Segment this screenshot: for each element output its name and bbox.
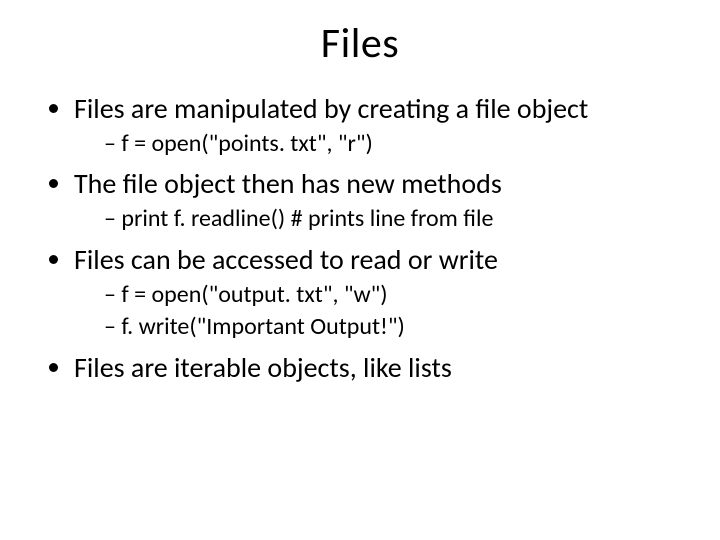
bullet-item: Files are iterable objects, like lists <box>74 350 680 385</box>
bullet-text: The file object then has new methods <box>74 166 502 201</box>
sub-list: print f. readline() # prints line from f… <box>74 203 680 235</box>
slide: Files Files are manipulated by creating … <box>0 0 720 540</box>
bullet-text: Files are manipulated by creating a file… <box>74 91 588 126</box>
bullet-item: The file object then has new methods pri… <box>74 166 680 235</box>
slide-title: Files <box>40 18 680 69</box>
sub-item: f. write("Important Output!") <box>104 311 680 343</box>
bullet-list: Files are manipulated by creating a file… <box>40 91 680 385</box>
bullet-item: Files can be accessed to read or write f… <box>74 242 680 344</box>
bullet-text: Files are iterable objects, like lists <box>74 350 452 385</box>
bullet-text: Files can be accessed to read or write <box>74 242 498 277</box>
bullet-item: Files are manipulated by creating a file… <box>74 91 680 160</box>
sub-list: f = open("points. txt", "r") <box>74 128 680 160</box>
sub-list: f = open("output. txt", "w") f. write("I… <box>74 279 680 344</box>
sub-item: print f. readline() # prints line from f… <box>104 203 680 235</box>
sub-item: f = open("output. txt", "w") <box>104 279 680 311</box>
sub-item: f = open("points. txt", "r") <box>104 128 680 160</box>
